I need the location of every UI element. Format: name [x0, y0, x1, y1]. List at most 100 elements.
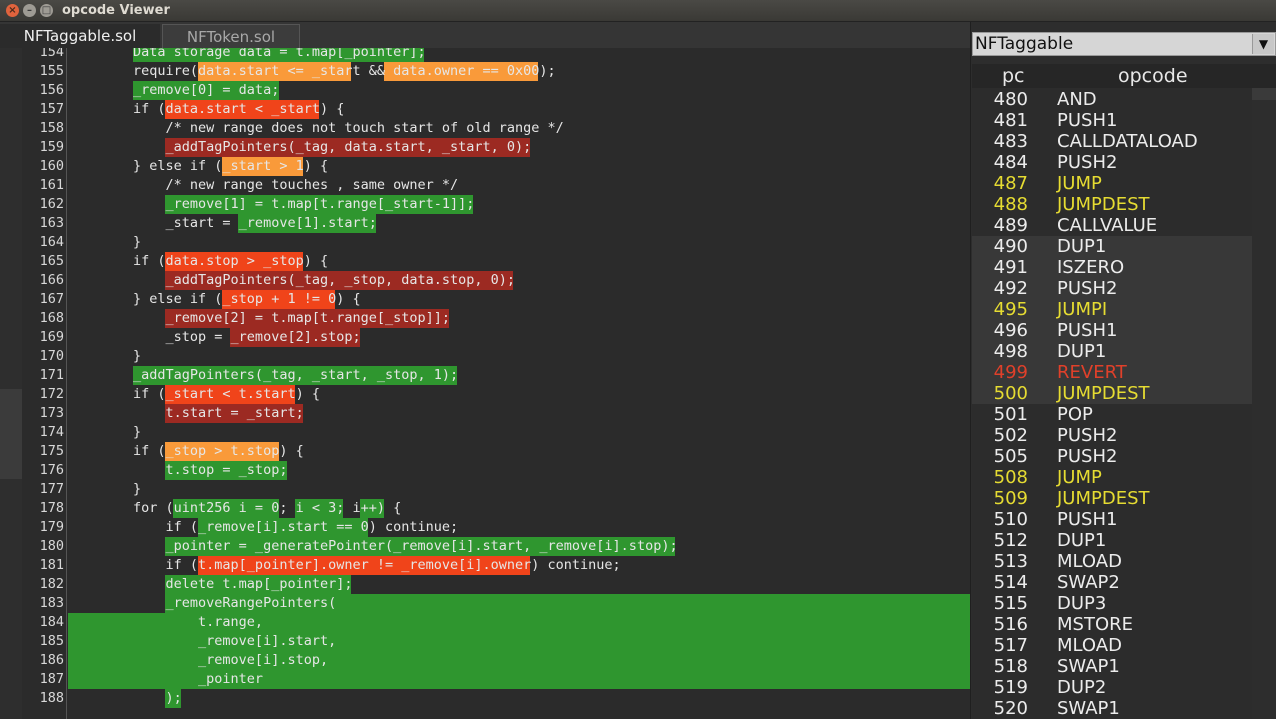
- code-line[interactable]: 178 for (uint256 i = 0; i < 3; i++) {: [0, 499, 970, 518]
- code-line[interactable]: 186 _remove[i].stop,: [0, 651, 970, 670]
- opcode-row[interactable]: 509 JUMPDEST: [972, 488, 1252, 509]
- opcode-row[interactable]: 487 JUMP: [972, 173, 1252, 194]
- pc-value: 502: [993, 425, 1028, 446]
- opcode-row[interactable]: 517 MLOAD: [972, 635, 1252, 656]
- source-code-editor[interactable]: Data[3] memory _remove;154 Data storage …: [0, 48, 970, 719]
- code-line[interactable]: 181 if (t.map[_pointer].owner != _remove…: [0, 556, 970, 575]
- opcode-row[interactable]: 495 JUMPI: [972, 299, 1252, 320]
- opcode-row[interactable]: 513 MLOAD: [972, 551, 1252, 572]
- code-line[interactable]: 179 if (_remove[i].start == 0) continue;: [0, 518, 970, 537]
- code-line[interactable]: 156 _remove[0] = data;: [0, 81, 970, 100]
- line-number: 185: [39, 633, 64, 649]
- pc-value: 516: [993, 614, 1028, 635]
- code-text: if (t.map[_pointer].owner != _remove[i].…: [68, 557, 621, 573]
- code-text: if (_stop > t.stop) {: [68, 443, 304, 459]
- opcode-row[interactable]: 515 DUP3: [972, 593, 1252, 614]
- opcode-row[interactable]: 500 JUMPDEST: [972, 383, 1252, 404]
- code-line[interactable]: 161 /* new range touches , same owner */: [0, 176, 970, 195]
- opcode-row[interactable]: 520 SWAP1: [972, 698, 1252, 719]
- opcode-row[interactable]: 491 ISZERO: [972, 257, 1252, 278]
- code-line[interactable]: 155 require(data.start <= _start && data…: [0, 62, 970, 81]
- pc-value: 481: [993, 110, 1028, 131]
- opcode-table[interactable]: pc opcode 480 AND 481 PUSH1 483 CALLDATALOAD 4…: [972, 64, 1252, 719]
- pc-value: 515: [993, 593, 1028, 614]
- code-line[interactable]: 174 }: [0, 423, 970, 442]
- code-line[interactable]: 175 if (_stop > t.stop) {: [0, 442, 970, 461]
- code-line[interactable]: 183 _removeRangePointers(: [0, 594, 970, 613]
- code-line[interactable]: 185 _remove[i].start,: [0, 632, 970, 651]
- code-line[interactable]: 187 _pointer: [0, 670, 970, 689]
- code-line[interactable]: 166 _addTagPointers(_tag, _stop, data.st…: [0, 271, 970, 290]
- code-line[interactable]: 159 _addTagPointers(_tag, data.start, _s…: [0, 138, 970, 157]
- code-line[interactable]: 177 }: [0, 480, 970, 499]
- pc-value: 484: [993, 152, 1028, 173]
- tab-nftoken-sol[interactable]: NFToken.sol: [162, 24, 300, 48]
- line-number: 157: [39, 101, 64, 117]
- opcode-row[interactable]: 516 MSTORE: [972, 614, 1252, 635]
- pc-value: 519: [993, 677, 1028, 698]
- opcode-row[interactable]: 505 PUSH2: [972, 446, 1252, 467]
- column-header-opcode[interactable]: opcode: [1118, 65, 1188, 87]
- code-line[interactable]: 171 _addTagPointers(_tag, _start, _stop,…: [0, 366, 970, 385]
- opcode-row[interactable]: 483 CALLDATALOAD: [972, 131, 1252, 152]
- chevron-down-icon[interactable]: ▼: [1252, 34, 1274, 54]
- code-line[interactable]: 188 );: [0, 689, 970, 708]
- opcode-row[interactable]: 481 PUSH1: [972, 110, 1252, 131]
- code-line[interactable]: 170 }: [0, 347, 970, 366]
- code-line[interactable]: 172 if (_start < t.start) {: [0, 385, 970, 404]
- code-line[interactable]: 176 t.stop = _stop;: [0, 461, 970, 480]
- code-line[interactable]: 157 if (data.start < _start) {: [0, 100, 970, 119]
- code-text: if (_remove[i].start == 0) continue;: [68, 519, 459, 535]
- opcode-row[interactable]: 501 POP: [972, 404, 1252, 425]
- minimize-window-button[interactable]: –: [23, 4, 36, 17]
- opcode-row[interactable]: 499 REVERT: [972, 362, 1252, 383]
- contract-select[interactable]: NFTaggable ▼: [972, 32, 1276, 56]
- opcode-row[interactable]: 518 SWAP1: [972, 656, 1252, 677]
- code-line[interactable]: 164 }: [0, 233, 970, 252]
- code-line[interactable]: 173 t.start = _start;: [0, 404, 970, 423]
- code-text: _stop = _remove[2].stop;: [68, 329, 361, 345]
- code-line[interactable]: 180 _pointer = _generatePointer(_remove[…: [0, 537, 970, 556]
- opcode-row[interactable]: 502 PUSH2: [972, 425, 1252, 446]
- opcode-row[interactable]: 514 SWAP2: [972, 572, 1252, 593]
- code-line[interactable]: 158 /* new range does not touch start of…: [0, 119, 970, 138]
- pc-value: 509: [993, 488, 1028, 509]
- opcode-row[interactable]: 480 AND: [972, 89, 1252, 110]
- pc-value: 518: [993, 656, 1028, 677]
- opcode-row[interactable]: 512 DUP1: [972, 530, 1252, 551]
- opcode-row[interactable]: 488 JUMPDEST: [972, 194, 1252, 215]
- code-line[interactable]: 165 if (data.stop > _stop) {: [0, 252, 970, 271]
- code-line[interactable]: 154 Data storage data = t.map[_pointer];: [0, 48, 970, 62]
- pc-value: 510: [993, 509, 1028, 530]
- opcode-row[interactable]: 490 DUP1: [972, 236, 1252, 257]
- code-line[interactable]: 162 _remove[1] = t.map[t.range[_start-1]…: [0, 195, 970, 214]
- opcode-row[interactable]: 496 PUSH1: [972, 320, 1252, 341]
- line-number: 184: [39, 614, 64, 630]
- opcode-row[interactable]: 508 JUMP: [972, 467, 1252, 488]
- opcode-value: JUMPDEST: [1057, 488, 1150, 509]
- pc-value: 512: [993, 530, 1028, 551]
- file-tab-bar: NFTaggable.sol NFToken.sol: [0, 22, 970, 48]
- maximize-window-button[interactable]: □: [40, 4, 53, 17]
- code-line[interactable]: 169 _stop = _remove[2].stop;: [0, 328, 970, 347]
- opcode-value: SWAP1: [1057, 656, 1120, 677]
- code-line[interactable]: 168 _remove[2] = t.map[t.range[_stop]];: [0, 309, 970, 328]
- code-line[interactable]: 182 delete t.map[_pointer];: [0, 575, 970, 594]
- opcode-row[interactable]: 484 PUSH2: [972, 152, 1252, 173]
- code-line[interactable]: 184 t.range,: [0, 613, 970, 632]
- code-line[interactable]: 163 _start = _remove[1].start;: [0, 214, 970, 233]
- close-window-button[interactable]: ×: [6, 4, 19, 17]
- opcode-row[interactable]: 510 PUSH1: [972, 509, 1252, 530]
- opcode-value: JUMP: [1057, 467, 1102, 488]
- code-line[interactable]: 167 } else if (_stop + 1 != 0) {: [0, 290, 970, 309]
- opcode-row[interactable]: 498 DUP1: [972, 341, 1252, 362]
- column-header-pc[interactable]: pc: [1002, 65, 1025, 87]
- code-line[interactable]: 160 } else if (_start > 1) {: [0, 157, 970, 176]
- opcode-row[interactable]: 519 DUP2: [972, 677, 1252, 698]
- pc-value: 491: [993, 257, 1028, 278]
- opcode-row[interactable]: 492 PUSH2: [972, 278, 1252, 299]
- table-scrollbar[interactable]: [1252, 88, 1276, 100]
- opcode-row[interactable]: 489 CALLVALUE: [972, 215, 1252, 236]
- line-number: 169: [39, 329, 64, 345]
- tab-nftaggable-sol[interactable]: NFTaggable.sol: [0, 24, 160, 48]
